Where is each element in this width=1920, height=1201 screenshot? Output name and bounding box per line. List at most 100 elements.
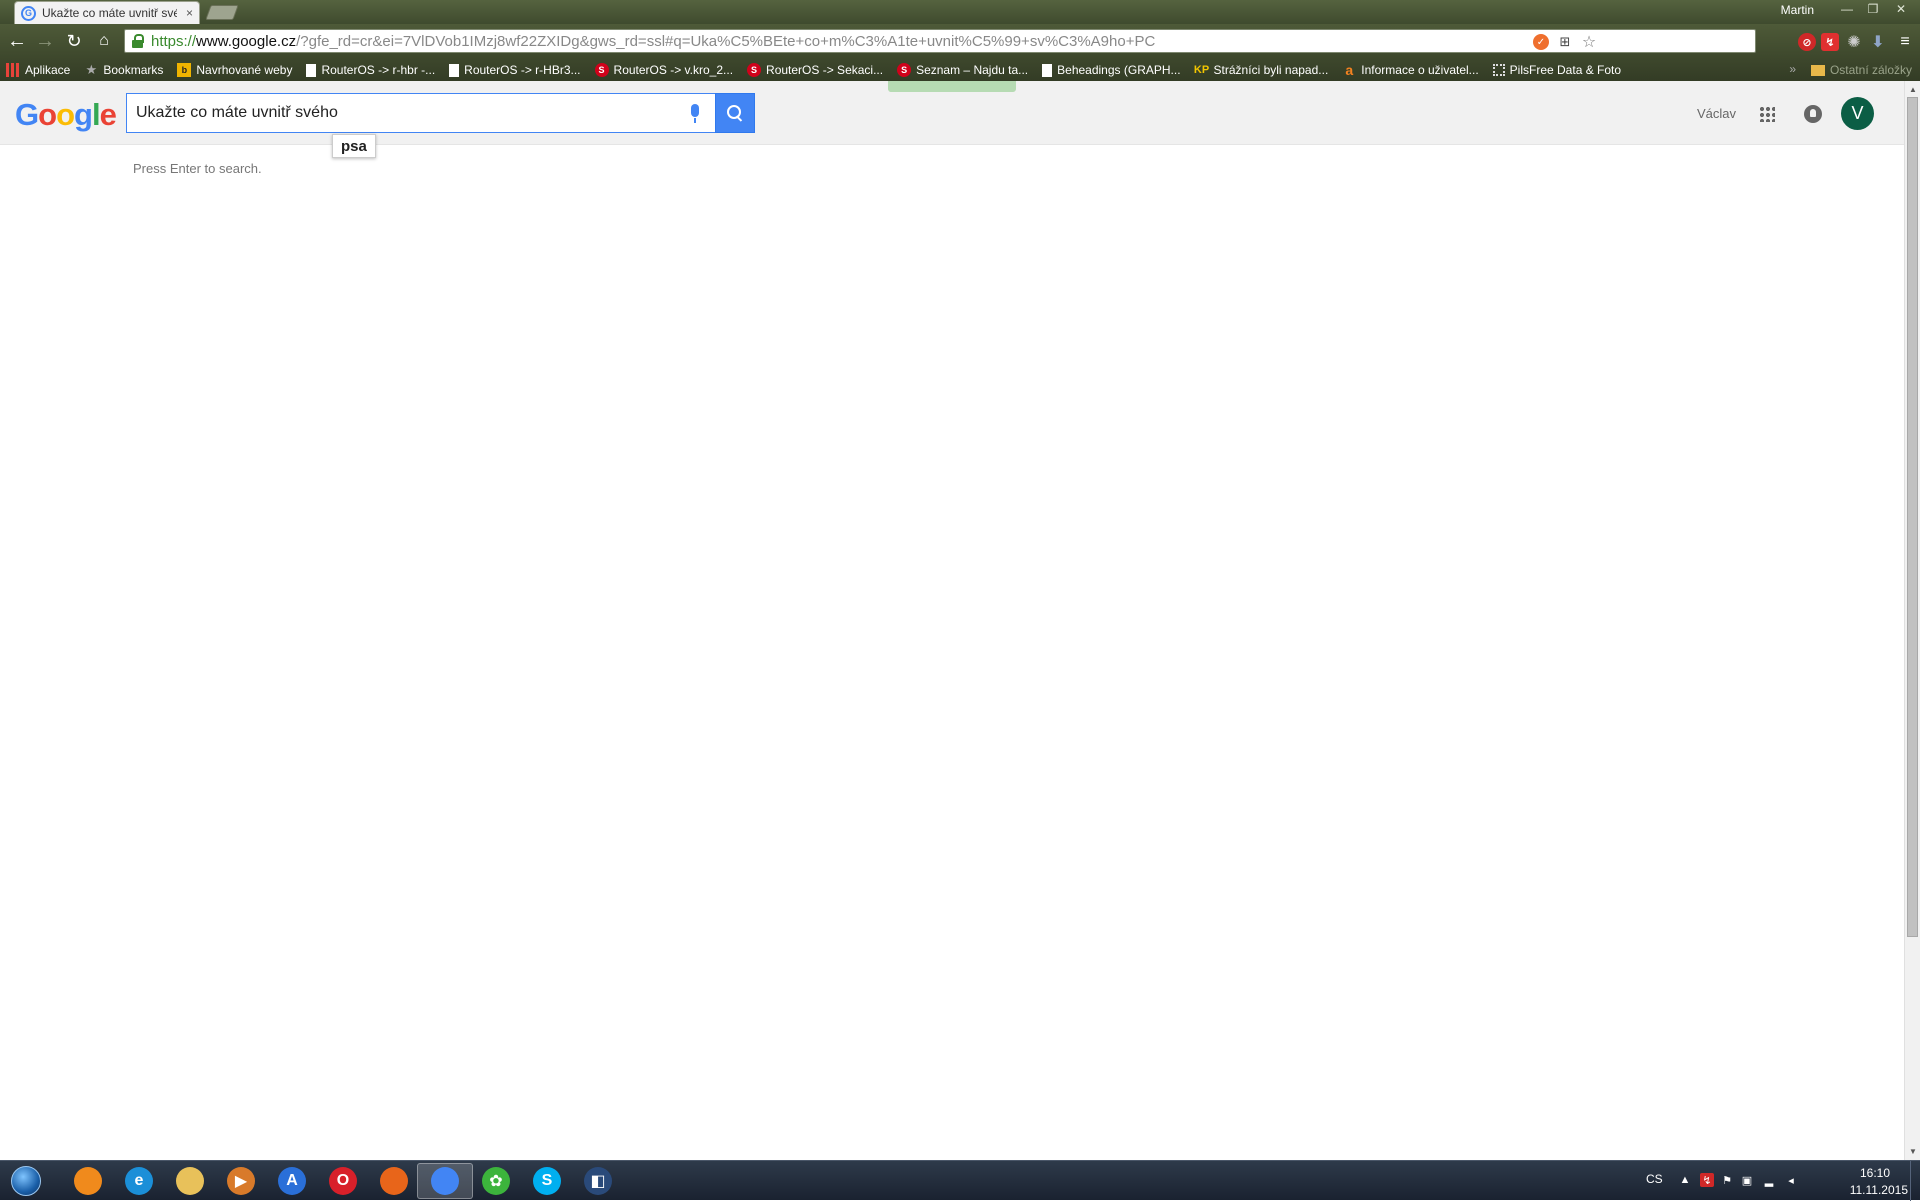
firefox-like-orange-icon xyxy=(74,1167,102,1195)
bookmark-label: RouterOS -> r-hbr -... xyxy=(321,63,436,77)
address-bar[interactable]: https://www.google.cz/?gfe_rd=cr&ei=7VlD… xyxy=(124,29,1756,53)
file-explorer-icon xyxy=(176,1167,204,1195)
taskbar-app-opera[interactable]: O xyxy=(315,1163,371,1199)
bookmark-seznam[interactable]: S Seznam – Najdu ta... xyxy=(897,63,1028,77)
microphone-icon[interactable] xyxy=(689,104,701,124)
bookmark-suggested-sites[interactable]: b Navrhované weby xyxy=(177,63,292,77)
search-button[interactable] xyxy=(715,93,755,133)
clock-date[interactable]: 11.11.2015 xyxy=(1850,1183,1908,1197)
page-scrollbar[interactable]: ▲ ▼ xyxy=(1904,81,1920,1160)
clock-time[interactable]: 16:10 xyxy=(1860,1166,1890,1180)
close-window-button[interactable]: ✕ xyxy=(1888,0,1914,17)
icq-icon: ✿ xyxy=(482,1167,510,1195)
bookmarks-overflow-chevron-icon[interactable]: » xyxy=(1789,62,1796,76)
maximize-button[interactable]: ❐ xyxy=(1860,0,1886,17)
taskbar-app-media-player[interactable]: ▶ xyxy=(213,1163,269,1199)
taskbar-app-icq[interactable]: ✿ xyxy=(468,1163,524,1199)
home-icon[interactable]: ⌂ xyxy=(91,29,117,53)
taskbar-app-firefox-like-orange[interactable] xyxy=(60,1163,116,1199)
bookmark-routeros-2[interactable]: RouterOS -> r-HBr3... xyxy=(449,63,581,77)
volume-speaker-icon[interactable]: ◂ xyxy=(1784,1173,1798,1187)
bookmark-straznici[interactable]: KP Strážníci byli napad... xyxy=(1194,63,1328,77)
bookmark-beheadings[interactable]: Beheadings (GRAPH... xyxy=(1042,63,1181,77)
bookmark-star-icon[interactable]: ☆ xyxy=(1581,34,1597,51)
page-icon xyxy=(1042,63,1053,77)
new-tab-button[interactable] xyxy=(205,5,239,20)
profile-name[interactable]: Martin xyxy=(1781,3,1814,17)
reload-icon[interactable]: ↻ xyxy=(61,29,87,53)
language-indicator[interactable]: CS xyxy=(1646,1172,1663,1186)
scroll-down-arrow-icon[interactable]: ▼ xyxy=(1909,1147,1917,1156)
browser-tab[interactable]: G Ukažte co máte uvnitř své × xyxy=(14,1,200,24)
adblock-extension-icon[interactable]: ⊘ xyxy=(1798,33,1816,51)
network-signal-icon[interactable]: ▂ xyxy=(1762,1173,1776,1187)
show-desktop-button[interactable] xyxy=(1910,1161,1920,1201)
url-host: www.google.cz xyxy=(196,32,297,50)
autocomplete-suggestion[interactable]: psa xyxy=(332,134,376,158)
tab-close-icon[interactable]: × xyxy=(186,6,193,20)
google-apps-grid-icon[interactable] xyxy=(1759,106,1775,122)
google-logo[interactable]: Google xyxy=(15,97,117,133)
taskbar-app-skype[interactable]: S xyxy=(519,1163,575,1199)
scrollbar-thumb[interactable] xyxy=(1907,97,1918,937)
star-icon: ★ xyxy=(85,62,98,77)
lock-icon[interactable] xyxy=(132,34,144,48)
bookmark-label: RouterOS -> v.kro_2... xyxy=(613,63,734,77)
apps-icon xyxy=(6,63,20,77)
bookmark-label: RouterOS -> r-HBr3... xyxy=(464,63,581,77)
url-text[interactable]: https://www.google.cz/?gfe_rd=cr&ei=7VlD… xyxy=(151,33,1155,50)
tray-expand-arrow-icon[interactable]: ▲ xyxy=(1678,1173,1692,1187)
bookmark-routeros-4[interactable]: S RouterOS -> Sekaci... xyxy=(747,63,883,77)
acrobat-tray-icon[interactable]: ↯ xyxy=(1700,1173,1714,1187)
bookmark-informace[interactable]: a Informace o uživatel... xyxy=(1342,62,1479,78)
seznam-icon: S xyxy=(594,63,609,77)
bookmark-label: Beheadings (GRAPH... xyxy=(1057,63,1181,77)
minimize-button[interactable]: — xyxy=(1834,0,1860,17)
gear-extension-icon[interactable]: ✺ xyxy=(1845,33,1863,51)
loading-indicator xyxy=(888,81,1016,92)
extension-orange-icon[interactable]: ✓ xyxy=(1533,34,1549,50)
avatar[interactable]: V xyxy=(1841,97,1874,130)
bookmark-routeros-1[interactable]: RouterOS -> r-hbr -... xyxy=(306,63,435,77)
bookmark-apps[interactable]: Aplikace xyxy=(6,63,70,77)
dolby-icon: ◧ xyxy=(584,1167,612,1195)
browser-titlebar: G Ukažte co máte uvnitř své × Martin — ❐… xyxy=(0,0,1920,24)
acrobat-extension-icon[interactable]: ↯ xyxy=(1821,33,1839,51)
chrome-icon xyxy=(431,1167,459,1195)
other-bookmarks[interactable]: Ostatní záložky xyxy=(1810,63,1912,77)
taskbar-app-internet-explorer[interactable]: e xyxy=(111,1163,167,1199)
scroll-up-arrow-icon[interactable]: ▲ xyxy=(1909,85,1917,94)
notification-bell-icon[interactable] xyxy=(1804,105,1822,123)
forward-arrow-icon[interactable]: → xyxy=(32,29,58,53)
taskbar-app-file-explorer[interactable] xyxy=(162,1163,218,1199)
bookmark-label: RouterOS -> Sekaci... xyxy=(766,63,884,77)
start-button[interactable] xyxy=(4,1162,48,1200)
translate-icon[interactable]: ⊞ xyxy=(1557,34,1573,50)
chrome-menu-icon[interactable]: ≡ xyxy=(1896,33,1914,51)
system-tray: CS ▲ ↯ ⚑ ▣ ▂ ◂ 16:10 11.11.2015 xyxy=(1620,1161,1920,1201)
search-icon xyxy=(727,105,743,121)
back-arrow-icon[interactable]: ← xyxy=(4,29,30,53)
taskbar-app-navigator[interactable]: A xyxy=(264,1163,320,1199)
device-tray-icon[interactable]: ▣ xyxy=(1740,1173,1754,1187)
firefox-icon xyxy=(380,1167,408,1195)
search-input[interactable] xyxy=(136,104,656,122)
bookmark-pilsfree[interactable]: PilsFree Data & Foto xyxy=(1492,63,1621,77)
browser-toolbar: ← → ↻ ⌂ https://www.google.cz/?gfe_rd=cr… xyxy=(0,24,1920,59)
navigator-icon: A xyxy=(278,1167,306,1195)
taskbar-app-chrome[interactable] xyxy=(417,1163,473,1199)
taskbar-app-dolby[interactable]: ◧ xyxy=(570,1163,626,1199)
bookmark-label: Informace o uživatel... xyxy=(1361,63,1479,77)
taskbar-app-firefox[interactable] xyxy=(366,1163,422,1199)
user-name[interactable]: Václav xyxy=(1697,106,1736,121)
bookmark-bookmarks[interactable]: ★ Bookmarks xyxy=(84,62,164,77)
amazon-icon: a xyxy=(1345,62,1354,78)
search-box[interactable] xyxy=(126,93,716,133)
action-center-flag-icon[interactable]: ⚑ xyxy=(1720,1173,1734,1187)
frame-icon xyxy=(1492,64,1505,76)
other-bookmarks-label: Ostatní záložky xyxy=(1829,63,1912,77)
download-extension-icon[interactable]: ⬇ xyxy=(1869,33,1887,51)
url-path: /?gfe_rd=cr&ei=7VlDVob1IMzj8wf22ZXIDg&gw… xyxy=(296,32,1156,50)
page-icon xyxy=(306,63,317,77)
bookmark-routeros-3[interactable]: S RouterOS -> v.kro_2... xyxy=(594,63,734,77)
